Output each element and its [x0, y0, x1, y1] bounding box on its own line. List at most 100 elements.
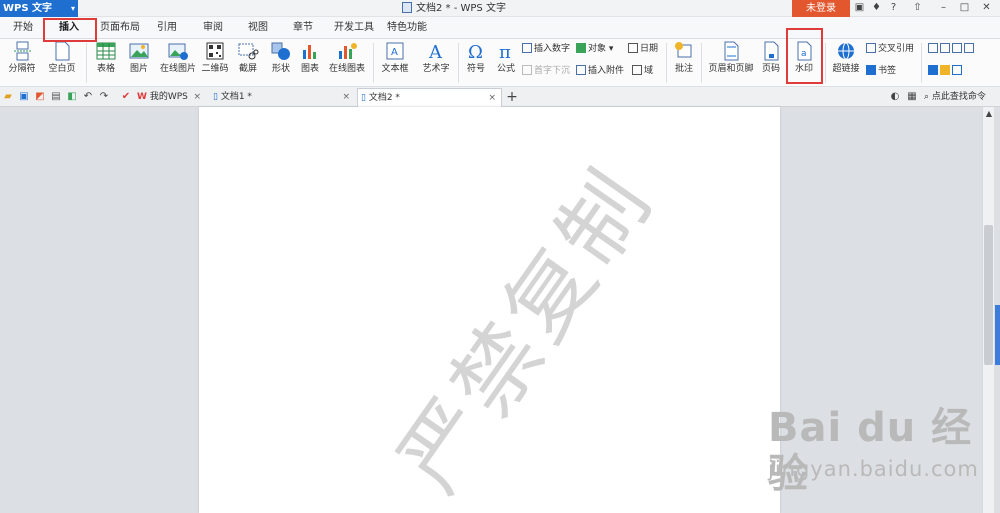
tab-page-layout[interactable]: 页面布局: [98, 21, 142, 35]
theme-icon[interactable]: ▦: [906, 91, 918, 103]
blank-page-button[interactable]: 空白页: [44, 41, 80, 75]
scrollbar-thumb[interactable]: [984, 225, 993, 365]
ribbon-separator: [458, 43, 459, 83]
close-icon[interactable]: ×: [342, 88, 350, 106]
attachment-button[interactable]: 插入附件: [576, 65, 624, 77]
hyperlink-button[interactable]: 超链接: [830, 41, 862, 75]
command-search[interactable]: ⌕ 点此查找命令: [924, 90, 986, 104]
minimize-icon[interactable]: –: [937, 2, 950, 14]
pin-icon[interactable]: ⇧: [911, 2, 924, 14]
insert-number-button[interactable]: 插入数字: [522, 43, 570, 55]
doc-tab-doc2[interactable]: ▯ 文档2 * ×: [357, 88, 502, 107]
online-picture-label: 在线图片: [159, 64, 196, 74]
layout-icon[interactable]: ◐: [889, 91, 901, 103]
bookmark-button[interactable]: 书签: [866, 65, 896, 77]
baidu-logo: Bai du 经验: [768, 405, 973, 497]
page-number-button[interactable]: 页码: [758, 41, 784, 75]
table-button[interactable]: 表格: [92, 41, 120, 75]
message-icon[interactable]: ▣: [853, 2, 866, 14]
shapes-button[interactable]: 形状: [267, 41, 295, 75]
open-icon[interactable]: ▰: [2, 91, 14, 103]
quick-access-bar: ▰ ▣ ◩ ▤ ◧ ↶ ↷ ✔ W 我的WPS × ▯ 文档1 * × ▯ 文档2 …: [0, 87, 1000, 107]
tab-references[interactable]: 引用: [155, 21, 179, 35]
header-footer-button[interactable]: 页眉和页脚: [706, 41, 756, 75]
help-icon[interactable]: ?: [887, 2, 900, 14]
comment-button[interactable]: 批注: [670, 41, 698, 75]
drop-cap-button[interactable]: 首字下沉: [522, 65, 570, 77]
scroll-up-icon[interactable]: ▲: [984, 108, 994, 120]
picture-button[interactable]: 图片: [125, 41, 153, 75]
close-icon[interactable]: ×: [193, 88, 201, 106]
lock-icon: [952, 65, 962, 75]
wordart-button[interactable]: A 艺术字: [418, 41, 454, 75]
new-tab-icon[interactable]: +: [506, 90, 518, 104]
preview-icon[interactable]: ◧: [66, 91, 78, 103]
undo-icon[interactable]: ↶: [82, 91, 94, 103]
redo-icon[interactable]: ↷: [98, 91, 110, 103]
ribbon-separator: [373, 43, 374, 83]
export-pdf-icon[interactable]: ◩: [34, 91, 46, 103]
object-icon: [576, 43, 586, 53]
watermark-button-highlight: [786, 28, 823, 84]
customize-icon[interactable]: ✔: [120, 91, 132, 103]
side-panel-handle[interactable]: [995, 305, 1000, 365]
doc-tab-mywps[interactable]: W 我的WPS ×: [134, 88, 206, 107]
eraser-icon: [940, 65, 950, 75]
ribbon-separator: [825, 43, 826, 83]
field-label: 域: [644, 66, 654, 76]
qrcode-button[interactable]: 二维码: [201, 41, 229, 75]
tab-view[interactable]: 视图: [246, 21, 270, 35]
tab-chapter[interactable]: 章节: [291, 21, 315, 35]
chart-button[interactable]: 图表: [298, 41, 322, 75]
online-chart-icon: [336, 41, 358, 61]
close-icon[interactable]: ✕: [980, 2, 993, 14]
picture-label: 图片: [129, 64, 148, 74]
formula-button[interactable]: π 公式: [494, 41, 518, 75]
object-label: 对象: [588, 44, 607, 54]
page-break-button[interactable]: 分隔符: [4, 41, 40, 75]
page-break-icon: [11, 41, 33, 61]
shapes-icon: [270, 41, 292, 61]
online-picture-button[interactable]: 在线图片: [159, 41, 197, 75]
skin-icon[interactable]: ♦: [870, 2, 883, 14]
doc-tab-label: 我的WPS: [149, 92, 188, 102]
command-search-label: 点此查找命令: [931, 92, 986, 102]
doc-tab-doc1[interactable]: ▯ 文档1 * ×: [210, 88, 355, 107]
document-icon: ▯: [213, 92, 218, 102]
blank-page-label: 空白页: [48, 64, 76, 74]
chart-icon: [299, 41, 321, 61]
cross-ref-button[interactable]: 交叉引用: [866, 43, 914, 55]
maximize-icon[interactable]: □: [958, 2, 971, 14]
tab-home[interactable]: 开始: [11, 21, 35, 35]
save-icon[interactable]: ▣: [18, 91, 30, 103]
online-chart-button[interactable]: 在线图表: [324, 41, 370, 75]
print-icon[interactable]: ▤: [50, 91, 62, 103]
symbol-button[interactable]: Ω 符号: [461, 41, 491, 75]
tab-review[interactable]: 审阅: [201, 21, 225, 35]
screenshot-button[interactable]: 截屏: [234, 41, 262, 75]
form-tools-row-2[interactable]: [928, 65, 964, 77]
shapes-label: 形状: [271, 64, 290, 74]
calendar-icon: [628, 43, 638, 53]
screenshot-label: 截屏: [238, 64, 257, 74]
app-menu-button[interactable]: WPS 文字 ▾: [0, 0, 78, 17]
textbox-button[interactable]: A 文本框: [377, 41, 413, 75]
omega-icon: Ω: [465, 41, 487, 63]
comment-label: 批注: [674, 64, 693, 74]
form-tools-row[interactable]: [928, 43, 976, 55]
page-number-label: 页码: [761, 64, 780, 74]
cross-ref-label: 交叉引用: [878, 44, 915, 54]
tab-features[interactable]: 特色功能: [385, 21, 429, 35]
checkbox-icon: [940, 43, 950, 53]
ribbon-separator: [921, 43, 922, 83]
field-button[interactable]: 域: [632, 65, 653, 77]
tab-developer[interactable]: 开发工具: [332, 21, 376, 35]
svg-text:Ω: Ω: [468, 42, 483, 61]
cross-ref-icon: [866, 43, 876, 53]
object-button[interactable]: 对象 ▾: [576, 43, 613, 55]
date-button[interactable]: 日期: [628, 43, 658, 55]
document-page[interactable]: 严禁复制: [199, 107, 780, 513]
ribbon-separator: [86, 43, 87, 83]
close-icon[interactable]: ×: [488, 89, 496, 107]
login-button[interactable]: 未登录: [792, 0, 850, 17]
